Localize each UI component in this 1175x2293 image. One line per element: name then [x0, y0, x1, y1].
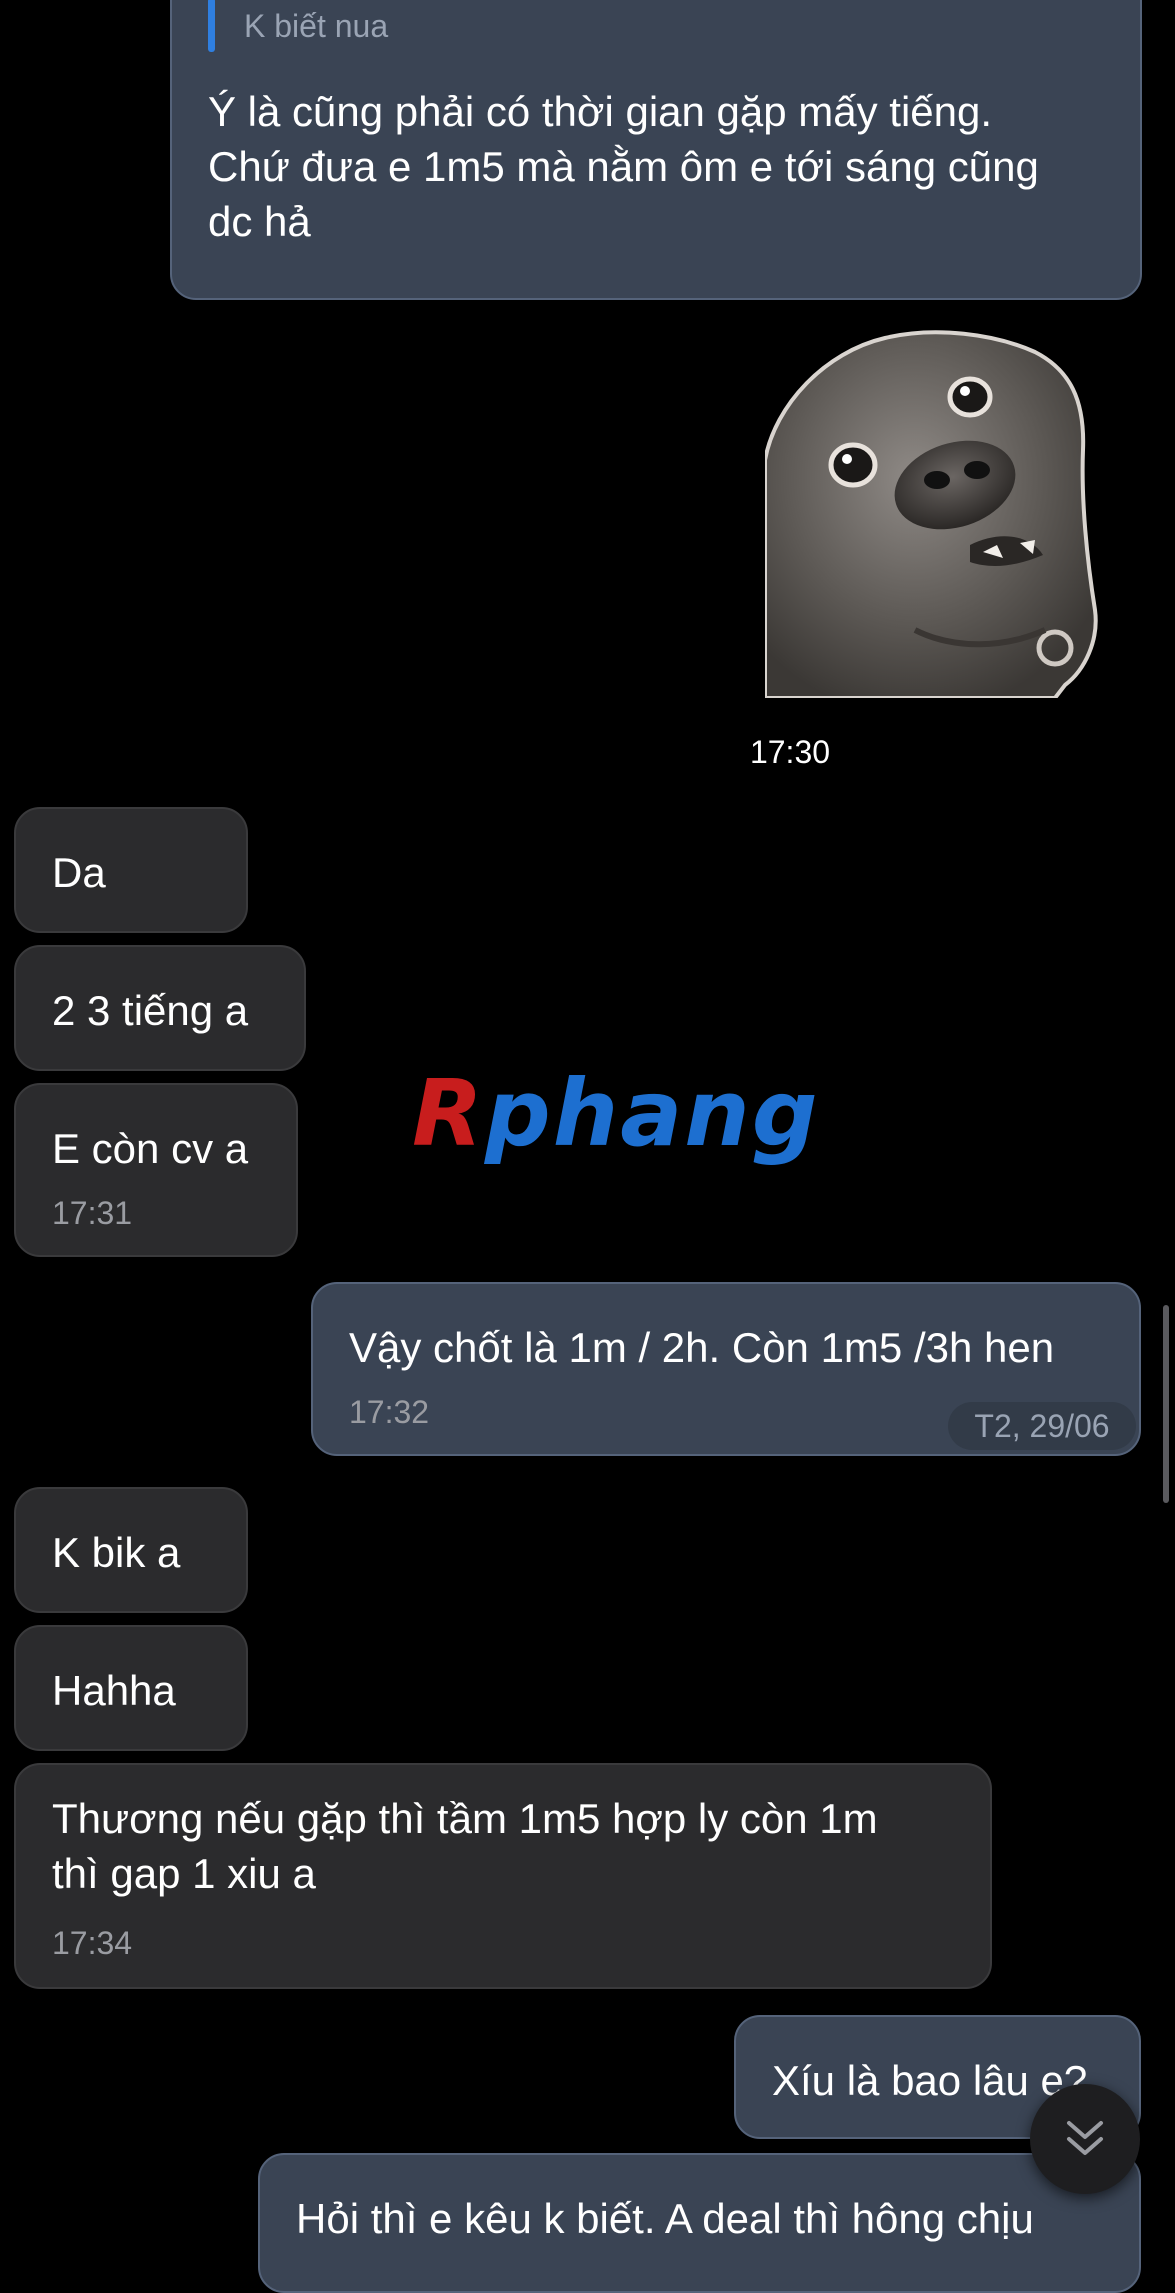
message-timestamp: 17:32 [349, 1394, 430, 1430]
incoming-message[interactable]: Thương nếu gặp thì tầm 1m5 hợp ly còn 1m… [14, 1763, 992, 1989]
incoming-message[interactable]: 2 3 tiếng a [14, 945, 306, 1071]
quoted-message-text[interactable]: K biết nua [244, 8, 388, 45]
scrollbar[interactable] [1163, 1305, 1169, 1503]
scroll-to-bottom-button[interactable] [1030, 2084, 1140, 2194]
incoming-message[interactable]: Da [14, 807, 248, 933]
chevrons-down-icon [1067, 2121, 1103, 2155]
message-text: Hahha [52, 1667, 176, 1714]
message-text: Vậy chốt là 1m / 2h. Còn 1m5 /3h hen [349, 1324, 1055, 1371]
dog-sticker[interactable] [765, 330, 1100, 698]
message-text: E còn cv a [52, 1125, 249, 1172]
incoming-message[interactable]: K bik a [14, 1487, 248, 1613]
message-timestamp: 17:34 [52, 1925, 133, 1961]
date-badge: T2, 29/06 [948, 1402, 1136, 1450]
message-text: K bik a [52, 1529, 181, 1576]
message-text: Xíu là bao lâu e? [772, 2057, 1088, 2104]
watermark-word: phang [484, 1060, 820, 1167]
message-text: Hỏi thì e kêu k biết. A deal thì hông ch… [296, 2195, 1034, 2242]
message-text: Da [52, 849, 106, 896]
message-text: Thương nếu gặp thì tầm 1m5 hợp ly còn 1m… [52, 1795, 878, 1897]
watermark-letter: R [412, 1060, 485, 1167]
message-text: Ý là cũng phải có thời gian gặp mấy tiến… [208, 88, 1039, 245]
message-text: 2 3 tiếng a [52, 987, 249, 1034]
quote-accent-bar [208, 0, 215, 52]
incoming-message[interactable]: Hahha [14, 1625, 248, 1751]
rphang-watermark: Rphang [412, 1060, 820, 1167]
incoming-message[interactable]: E còn cv a 17:31 [14, 1083, 298, 1257]
outgoing-message-quote[interactable]: K biết nua Ý là cũng phải có thời gian g… [170, 0, 1142, 300]
message-timestamp: 17:31 [52, 1195, 133, 1231]
sticker-timestamp: 17:30 [740, 730, 840, 774]
outgoing-message[interactable]: Hỏi thì e kêu k biết. A deal thì hông ch… [258, 2153, 1141, 2293]
